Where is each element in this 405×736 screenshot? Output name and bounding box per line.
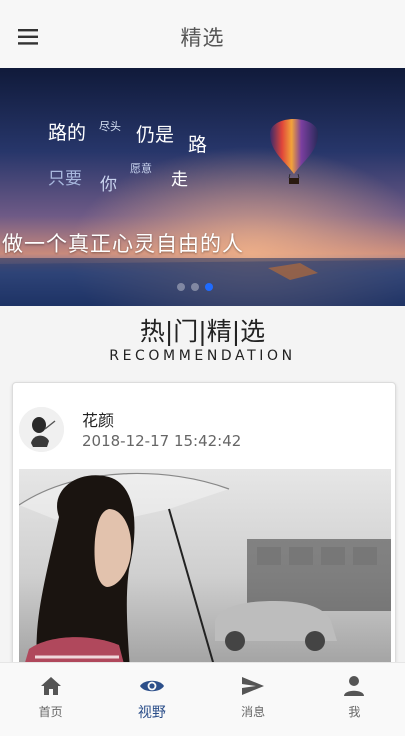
banner-slogan: 做一个真正心灵自由的人 [2, 232, 244, 256]
avatar-image [19, 407, 64, 452]
home-icon [38, 673, 64, 699]
post-card[interactable]: 花颜 2018-12-17 15:42:42 [12, 382, 396, 682]
banner-text-5: 只要 [48, 169, 82, 189]
banner-carousel[interactable]: 路的 尽头 仍是 路 只要 你 愿意 走 做一个真正心灵自由的人 [0, 68, 405, 306]
page-title: 精选 [180, 26, 225, 50]
section-title: 热|门|精|选 [139, 317, 266, 346]
bottom-tab-bar: 首页 视野 消息 我 [0, 662, 405, 736]
carousel-dots [177, 283, 213, 291]
banner-text-3: 仍是 [136, 124, 175, 146]
app-header: 精选 [0, 0, 405, 68]
avatar[interactable] [19, 407, 64, 452]
banner-text-1: 路的 [48, 122, 87, 144]
banner-text-8: 走 [171, 170, 188, 190]
person-icon [341, 673, 367, 699]
carousel-dot[interactable] [177, 283, 185, 291]
tab-label: 首页 [38, 705, 63, 719]
post-photo [19, 469, 391, 681]
banner-text-4: 路 [188, 134, 208, 156]
tab-me[interactable]: 我 [304, 663, 405, 736]
tab-label: 视野 [137, 705, 166, 721]
banner-text-7: 愿意 [130, 162, 152, 175]
carousel-dot-active[interactable] [205, 283, 213, 291]
send-icon [240, 673, 266, 699]
carousel-dot[interactable] [191, 283, 199, 291]
section-subtitle: RECOMMENDATION [109, 348, 296, 364]
tab-home[interactable]: 首页 [0, 663, 101, 736]
author-name: 花颜 [82, 411, 115, 430]
eye-icon [139, 673, 165, 699]
post-timestamp: 2018-12-17 15:42:42 [82, 432, 242, 450]
tab-label: 消息 [241, 705, 266, 719]
banner-text-6: 你 [100, 175, 117, 195]
tab-messages[interactable]: 消息 [203, 663, 304, 736]
banner-text-2: 尽头 [99, 120, 121, 133]
tab-vision[interactable]: 视野 [101, 663, 202, 736]
tab-label: 我 [348, 705, 361, 719]
